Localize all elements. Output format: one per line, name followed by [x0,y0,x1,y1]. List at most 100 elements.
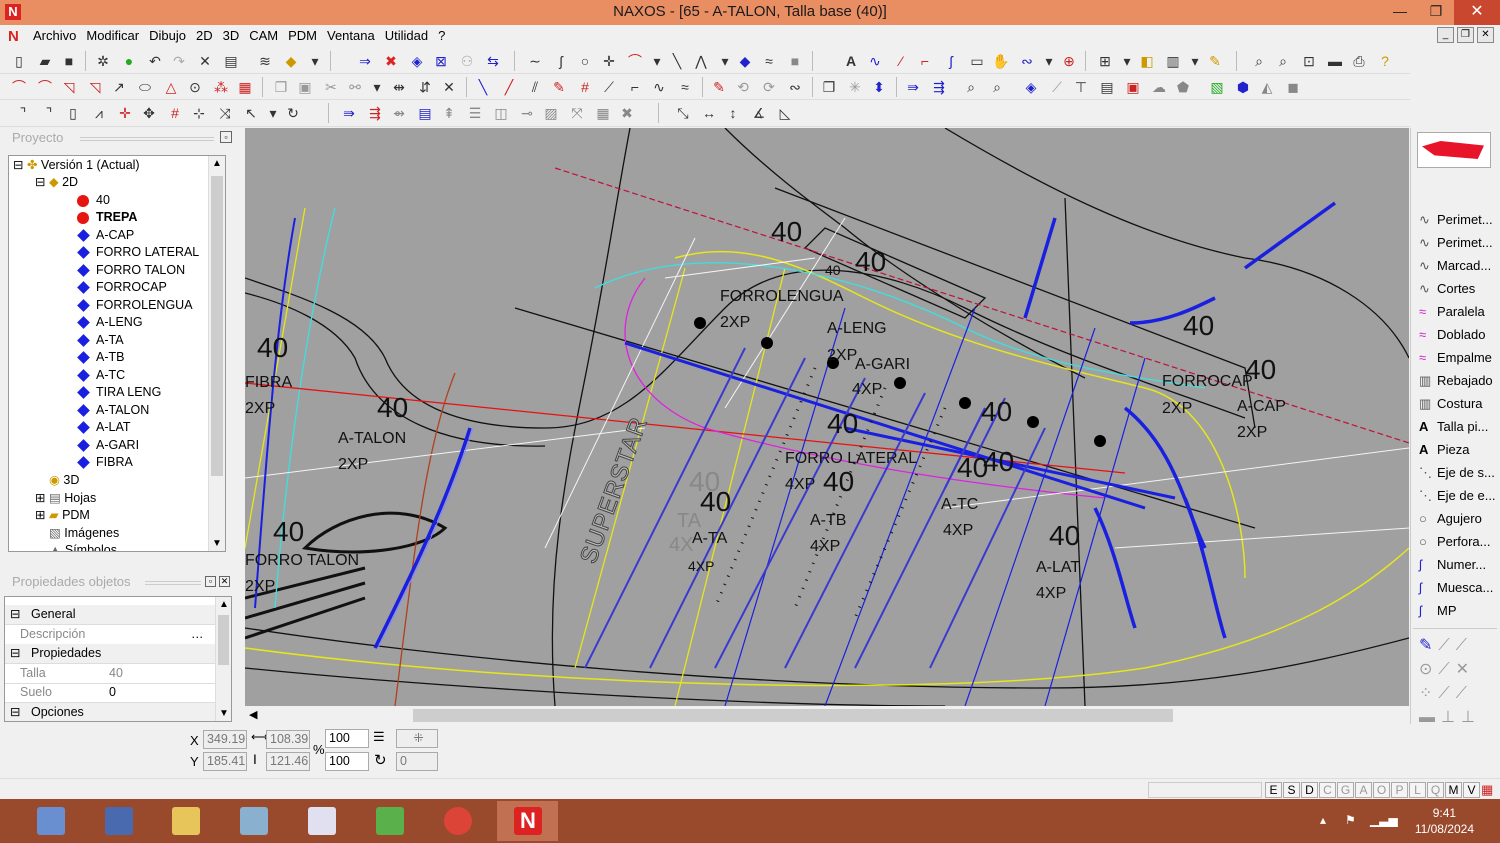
tool-mp[interactable]: ʃ MP [1419,600,1457,622]
taskbar-app-4[interactable] [291,801,352,841]
tool-cortes[interactable]: ∿ Cortes [1419,278,1475,300]
polyline-icon[interactable]: ⋀ [692,52,710,70]
shape-icon[interactable]: ⬟ [1174,78,1192,96]
paste-icon[interactable]: ▣ [296,78,314,96]
grade-icon[interactable]: ∾ [1018,52,1036,70]
tool-eje-simetria[interactable]: ⋱ Eje de s... [1419,462,1495,484]
dropdown-icon[interactable]: ▾ [306,52,324,70]
props-scrollbar[interactable]: ▲ ▼ [215,597,231,721]
taskbar-app-5[interactable] [359,801,420,841]
zoom-in-icon[interactable]: ⌕ [1250,52,1268,70]
tree-item-piece[interactable]: TIRA LENG [9,384,209,401]
close-arrow-icon[interactable]: ⇶ [366,104,384,122]
node-edit-icon[interactable]: ⤨ [216,104,234,122]
pattern-icon[interactable]: ≈ [760,52,778,70]
hand-icon[interactable]: ✋ [992,52,1010,70]
tree-item-piece[interactable]: FORRO TALON [9,262,209,279]
menu-2d[interactable]: 2D [196,28,221,43]
dropdown-icon[interactable]: ▾ [648,52,666,70]
transfer-icon[interactable]: ⇆ [484,52,502,70]
plane-icon[interactable]: ◭ [1258,78,1276,96]
parallel-icon[interactable]: ⫽ [526,78,544,96]
prop-category-opciones[interactable]: ⊟ Opciones [5,703,215,721]
cad-canvas[interactable]: 40 40 40 FORROLENGUA 2XP A-LENG 2XP A-GA… [245,128,1409,706]
copy-obj-icon[interactable]: ❐ [820,78,838,96]
tree-node-root[interactable]: ⊟ ✤ Versión 1 (Actual) [13,157,140,174]
break-icon[interactable]: ⤧ [568,104,586,122]
tool-perimetro-2[interactable]: ∿ Perimet... [1419,232,1493,254]
prop-suelo[interactable]: Suelo 0 [5,683,215,703]
disconnect-icon[interactable]: ⊸ [518,104,536,122]
frame-icon[interactable]: ▨ [542,104,560,122]
grid-grey-icon[interactable]: ▦ [594,104,612,122]
new-file-icon[interactable]: ▯ [10,52,28,70]
tree-item-piece[interactable]: A-TA [9,332,209,349]
curve-icon[interactable]: ∼ [526,52,544,70]
circle-point-icon[interactable]: ⊙ [186,78,204,96]
up-down-icon[interactable]: ⬍ [870,78,888,96]
rotate-icon[interactable]: ⟲ [734,78,752,96]
tree-node-imagenes[interactable]: ▧ Imágenes [49,525,119,542]
hash-red-icon[interactable]: # [166,104,184,122]
properties-icon[interactable]: ▤ [222,52,240,70]
line-icon[interactable]: ╲ [668,52,686,70]
tree-item-piece[interactable]: FORROLENGUA [9,297,209,314]
status-flag-q[interactable]: Q [1427,782,1444,798]
prop-talla[interactable]: Talla 40 [5,664,215,684]
tree-node-simbolos[interactable]: ▲ Símbolos [49,542,117,551]
cross-arrow-icon[interactable]: ⇶ [930,78,948,96]
wave-icon[interactable]: ∿ [866,52,884,70]
tree-scrollbar[interactable]: ▲ ▼ [208,156,225,551]
asterisk-icon[interactable]: ✳ [846,78,864,96]
doc-close-button[interactable]: ✕ [1477,27,1494,43]
move-icon[interactable]: ◈ [408,52,426,70]
arrow-grey-icon[interactable]: ⇴ [390,104,408,122]
rotate-2-icon[interactable]: ⟳ [760,78,778,96]
tool-numeracion[interactable]: ʃ Numer... [1419,554,1486,576]
clock[interactable]: 9:41 11/08/2024 [1415,805,1474,837]
arc-icon[interactable]: ⌒ [626,52,644,70]
move-cross-icon[interactable]: ✥ [140,104,158,122]
tool-eje-extension[interactable]: ⋱ Eje de e... [1419,485,1496,507]
tree-item-piece[interactable]: A-TB [9,349,209,366]
text-icon[interactable]: A [842,52,860,70]
tool-pieza[interactable]: A Pieza [1419,439,1470,461]
stitch-icon[interactable]: ʃ [942,52,960,70]
tree-item-trepa[interactable]: TREPA [9,209,209,226]
target-icon[interactable]: ⊕ [1060,52,1078,70]
dropdown-icon[interactable]: ▾ [1118,52,1136,70]
line-red-icon[interactable]: ╱ [500,78,518,96]
dropdown-icon[interactable]: ▾ [1186,52,1204,70]
pin-props-button[interactable]: ▫ [205,576,216,587]
tool-agujero[interactable]: ○ Agujero [1419,508,1482,530]
angle-measure-icon[interactable]: ∡ [750,104,768,122]
help-icon[interactable]: ? [1376,52,1394,70]
signal-icon[interactable]: ▁▃▅ [1370,813,1398,827]
mirror-icon[interactable]: ◧ [1138,52,1156,70]
status-flag-a[interactable]: A [1355,782,1372,798]
tree-item-piece[interactable]: A-LAT [9,419,209,436]
dropdown-icon[interactable]: ▾ [1040,52,1058,70]
select-window-icon[interactable]: ⊠ [432,52,450,70]
minimize-button[interactable]: — [1382,0,1418,25]
cross-grey-icon[interactable]: ✖ [618,104,636,122]
deselect-icon[interactable]: ✖ [382,52,400,70]
tool-perforado[interactable]: ○ Perfora... [1419,531,1490,553]
status-flag-p[interactable]: P [1391,782,1408,798]
corner-tool-2-icon[interactable]: ⌝ [40,104,58,122]
hash-icon[interactable]: # [576,78,594,96]
tool-paralela[interactable]: ≈ Paralela [1419,301,1485,323]
columns-icon[interactable]: ◫ [492,104,510,122]
maximize-button[interactable]: ❐ [1418,0,1454,25]
tree-node-2d[interactable]: ⊟ ◆ 2D [35,174,78,191]
tree-item-size-40[interactable]: 40 [9,192,209,209]
taskbar-app-3[interactable] [223,801,284,841]
tree-item-piece[interactable]: A-LENG [9,314,209,331]
book-icon[interactable]: ▥ [1164,52,1182,70]
scale-y-input[interactable]: 100 [325,752,369,771]
corner-icon[interactable]: ◹ [60,78,78,96]
tilde-icon[interactable]: ≈ [676,78,694,96]
slash-icon[interactable]: ⟋ [1048,78,1066,96]
dash-line-icon[interactable]: ⩘ [90,104,108,122]
table-icon[interactable]: ▤ [1098,78,1116,96]
